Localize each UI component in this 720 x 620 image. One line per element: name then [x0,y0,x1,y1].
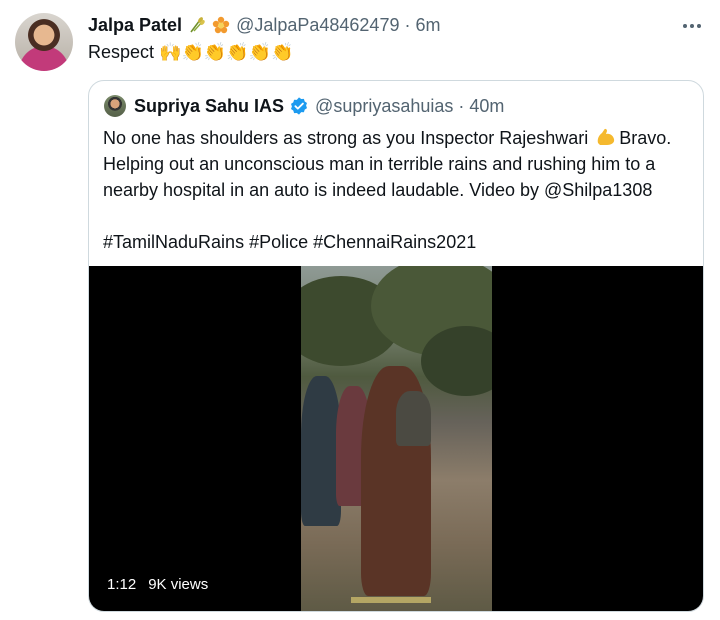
video-views: 9K views [148,576,209,593]
quoted-text: No one has shoulders as strong as you In… [103,125,693,255]
flexed-biceps-icon [598,128,615,145]
avatar[interactable] [15,13,73,71]
video-frame [301,266,492,611]
more-options-icon[interactable] [680,14,704,38]
quoted-timestamp: 40m [469,95,505,116]
verified-badge-icon [291,97,308,115]
video-meta: 1:12 9K views [107,576,208,593]
quoted-text-line-3: nearby hospital in an auto is indeed lau… [103,180,653,200]
sheaf-of-rice-icon [190,17,205,33]
separator-dot: · [404,14,411,35]
tweet: Jalpa Patel @JalpaPa48462479 · 6m Respec… [0,0,720,620]
tweet-text: Respect 🙌👏👏👏👏👏 [88,42,294,62]
quoted-header: Supriya Sahu IAS @supriyasahuias · 40m [134,94,504,118]
quoted-separator-dot: · [458,95,465,116]
quoted-author-handle: @supriyasahuias [315,95,454,116]
author-handle[interactable]: @JalpaPa48462479 [236,15,399,36]
tweet-timestamp[interactable]: 6m [415,15,440,36]
tweet-header: Jalpa Patel @JalpaPa48462479 · 6m [88,13,440,37]
quoted-avatar [104,95,126,117]
quoted-author-name: Supriya Sahu IAS [134,95,285,116]
author-name[interactable]: Jalpa Patel [88,15,182,36]
video-player[interactable]: 1:12 9K views [89,266,703,611]
quoted-tweet[interactable]: Supriya Sahu IAS @supriyasahuias · 40m N… [88,80,704,612]
quoted-text-line-2: Helping out an unconscious man in terrib… [103,154,656,174]
quoted-text-line-1: No one has shoulders as strong as you In… [103,128,672,148]
video-duration: 1:12 [107,576,137,593]
blossom-icon [212,16,230,34]
quoted-hashtags: #TamilNaduRains #Police #ChennaiRains202… [103,232,477,252]
